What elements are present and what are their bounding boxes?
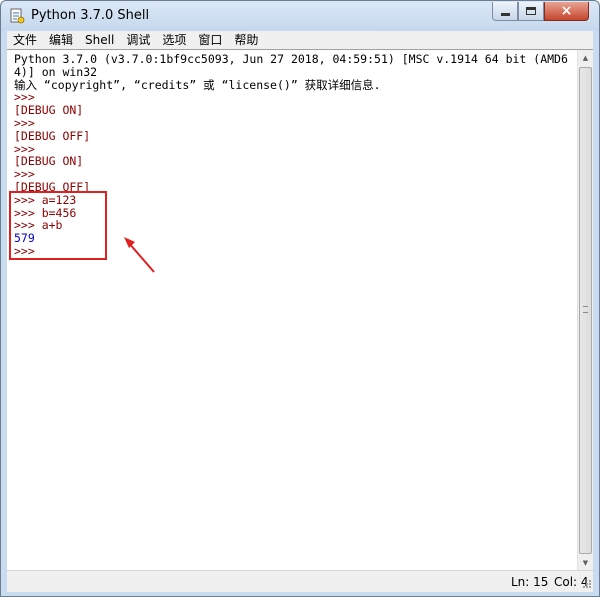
- scroll-up-arrow-icon[interactable]: ▲: [578, 50, 593, 66]
- shell-line: >>> a=123: [14, 192, 77, 207]
- shell-line: 579: [14, 231, 35, 246]
- title-bar[interactable]: Python 3.7.0 Shell ×: [1, 1, 599, 31]
- vertical-scrollbar[interactable]: ▲ ▼: [577, 50, 593, 571]
- close-button[interactable]: ×: [544, 2, 589, 21]
- minimize-icon: [500, 13, 510, 16]
- window-title: Python 3.7.0 Shell: [31, 8, 150, 23]
- menu-file[interactable]: 文件: [13, 31, 37, 49]
- shell-editor: Python 3.7.0 (v3.7.0:1bf9cc5093, Jun 27 …: [7, 49, 593, 571]
- scroll-down-arrow-icon[interactable]: ▼: [578, 555, 593, 571]
- shell-line: Python 3.7.0 (v3.7.0:1bf9cc5093, Jun 27 …: [14, 52, 568, 66]
- menu-help[interactable]: 帮助: [234, 31, 258, 49]
- menu-options[interactable]: 选项: [162, 31, 186, 49]
- python-idle-icon: [10, 8, 25, 24]
- menu-window[interactable]: 窗口: [198, 31, 222, 49]
- scroll-thumb[interactable]: [579, 67, 592, 554]
- shell-line: >>>: [14, 243, 42, 258]
- shell-line: [DEBUG ON]: [14, 103, 84, 118]
- shell-line: >>> b=456: [14, 205, 77, 220]
- shell-line: [DEBUG OFF]: [14, 128, 91, 143]
- maximize-button[interactable]: [518, 2, 544, 21]
- thumb-grip-icon: [583, 306, 588, 313]
- idle-shell-window: Python 3.7.0 Shell × 文件 编辑 Shell 调试 选项 窗…: [0, 0, 600, 597]
- shell-text-area[interactable]: Python 3.7.0 (v3.7.0:1bf9cc5093, Jun 27 …: [7, 50, 577, 571]
- minimize-button[interactable]: [492, 2, 518, 21]
- shell-line: >>>: [14, 167, 42, 182]
- maximize-icon: [526, 7, 536, 15]
- shell-line: [DEBUG ON]: [14, 154, 84, 169]
- shell-line: [DEBUG OFF]: [14, 179, 91, 194]
- menu-edit[interactable]: 编辑: [49, 31, 73, 49]
- menu-debug[interactable]: 调试: [126, 31, 150, 49]
- menu-bar: 文件 编辑 Shell 调试 选项 窗口 帮助: [7, 31, 593, 49]
- shell-line: >>> a+b: [14, 218, 63, 233]
- shell-line: 4)] on win32: [14, 64, 98, 79]
- menu-shell[interactable]: Shell: [85, 31, 114, 49]
- shell-line: >>>: [14, 90, 42, 105]
- status-line-number: Ln: 15: [511, 575, 549, 589]
- close-icon: ×: [560, 3, 573, 19]
- resize-grip-icon[interactable]: [581, 580, 591, 590]
- status-bar: Ln: 15 Col: 4: [7, 570, 593, 592]
- shell-line: 输入 “copyright”, “credits” 或 “license()” …: [14, 77, 381, 92]
- shell-line: >>>: [14, 141, 42, 156]
- shell-line: >>>: [14, 115, 42, 130]
